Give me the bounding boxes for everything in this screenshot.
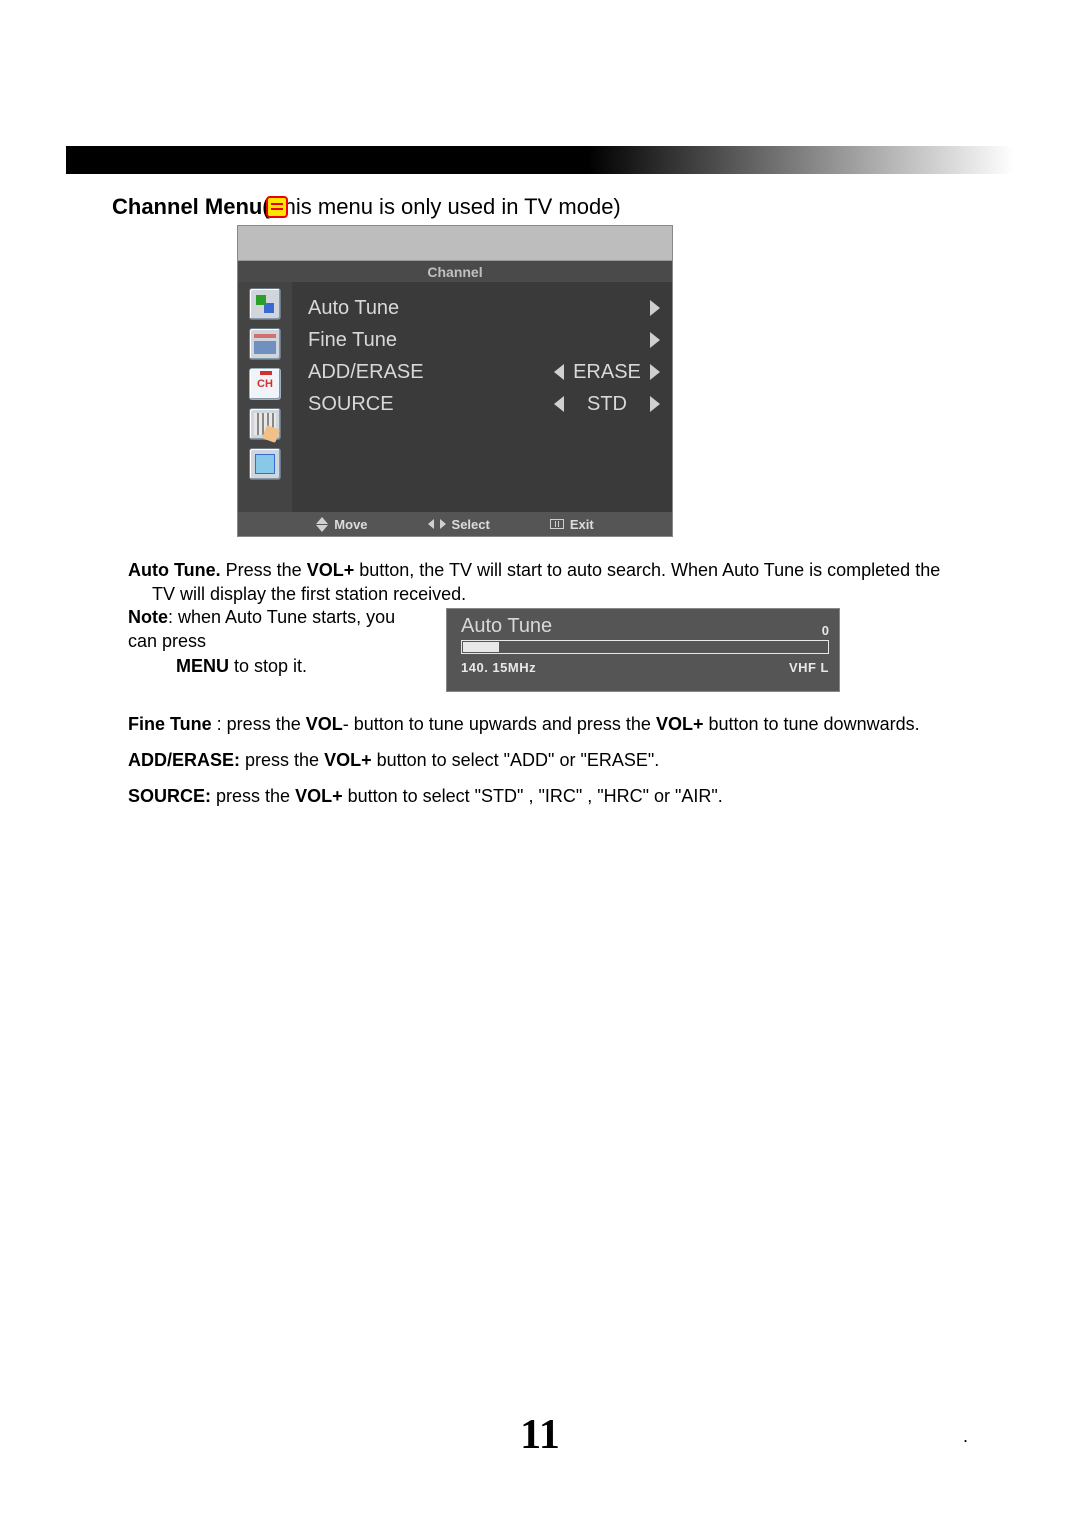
menu-label: Auto Tune bbox=[308, 297, 399, 320]
paragraph-note: Note: when Auto Tune starts, you can pre… bbox=[128, 605, 428, 678]
chevron-left-icon bbox=[554, 396, 564, 412]
menu-item-auto-tune[interactable]: Auto Tune bbox=[308, 292, 660, 324]
footer-move: Move bbox=[316, 517, 367, 532]
osd-body: Auto Tune Fine Tune ADD/ERASE ERASE bbox=[238, 282, 672, 512]
osd-channel-menu: Channel Auto Tune Fine Tune bbox=[237, 225, 673, 537]
heading-bold: Channel Menu bbox=[112, 194, 262, 219]
chevron-right-icon bbox=[650, 364, 660, 380]
menu-value: STD bbox=[572, 393, 642, 416]
chevron-left-icon bbox=[428, 519, 434, 529]
chevron-left-icon bbox=[554, 364, 564, 380]
chevron-right-icon bbox=[650, 396, 660, 412]
chevron-down-icon bbox=[316, 525, 328, 532]
section-heading: Channel Menu(his menu is only used in TV… bbox=[112, 192, 621, 220]
chevron-right-icon bbox=[650, 332, 660, 348]
auto-tune-progress-panel: Auto Tune 0 140. 15MHz VHF L bbox=[446, 608, 840, 692]
footer-select: Select bbox=[428, 517, 490, 532]
system-tab-icon[interactable] bbox=[249, 448, 281, 480]
progress-channel-number: 0 bbox=[822, 623, 829, 638]
osd-sidebar bbox=[238, 282, 292, 512]
annotation-marker-icon bbox=[266, 196, 288, 218]
paragraph-source: SOURCE: press the VOL+ button to select … bbox=[128, 784, 968, 808]
menu-label: Fine Tune bbox=[308, 329, 397, 352]
setup-tab-icon[interactable] bbox=[249, 408, 281, 440]
channel-tab-icon[interactable] bbox=[249, 368, 281, 400]
menu-item-fine-tune[interactable]: Fine Tune bbox=[308, 324, 660, 356]
chevron-right-icon bbox=[440, 519, 446, 529]
paragraph-auto-tune: Auto Tune. Press the VOL+ button, the TV… bbox=[128, 558, 968, 607]
menu-value: ERASE bbox=[572, 361, 642, 384]
paragraph-add-erase: ADD/ERASE: press the VOL+ button to sele… bbox=[128, 748, 968, 772]
menu-item-source[interactable]: SOURCE STD bbox=[308, 388, 660, 420]
menu-item-add-erase[interactable]: ADD/ERASE ERASE bbox=[308, 356, 660, 388]
menu-exit-icon bbox=[550, 519, 564, 529]
menu-label: SOURCE bbox=[308, 393, 394, 416]
progress-frequency: 140. 15MHz bbox=[461, 660, 536, 675]
progress-bar bbox=[461, 640, 829, 654]
progress-title: Auto Tune bbox=[461, 615, 552, 638]
osd-title: Channel bbox=[238, 260, 672, 282]
paragraph-fine-tune: Fine Tune : press the VOL- button to tun… bbox=[128, 712, 968, 736]
osd-top-bar bbox=[238, 226, 672, 260]
osd-footer: Move Select Exit bbox=[238, 512, 672, 536]
progress-band: VHF L bbox=[789, 660, 829, 675]
header-gradient-bar bbox=[66, 146, 1014, 174]
page-number: 11 bbox=[0, 1411, 1080, 1459]
picture-tab-icon[interactable] bbox=[249, 288, 281, 320]
sound-tab-icon[interactable] bbox=[249, 328, 281, 360]
chevron-right-icon bbox=[650, 300, 660, 316]
menu-label: ADD/ERASE bbox=[308, 361, 424, 384]
footer-exit: Exit bbox=[550, 517, 594, 532]
osd-main: Auto Tune Fine Tune ADD/ERASE ERASE bbox=[292, 282, 672, 512]
chevron-up-icon bbox=[316, 517, 328, 524]
progress-fill bbox=[463, 642, 499, 652]
